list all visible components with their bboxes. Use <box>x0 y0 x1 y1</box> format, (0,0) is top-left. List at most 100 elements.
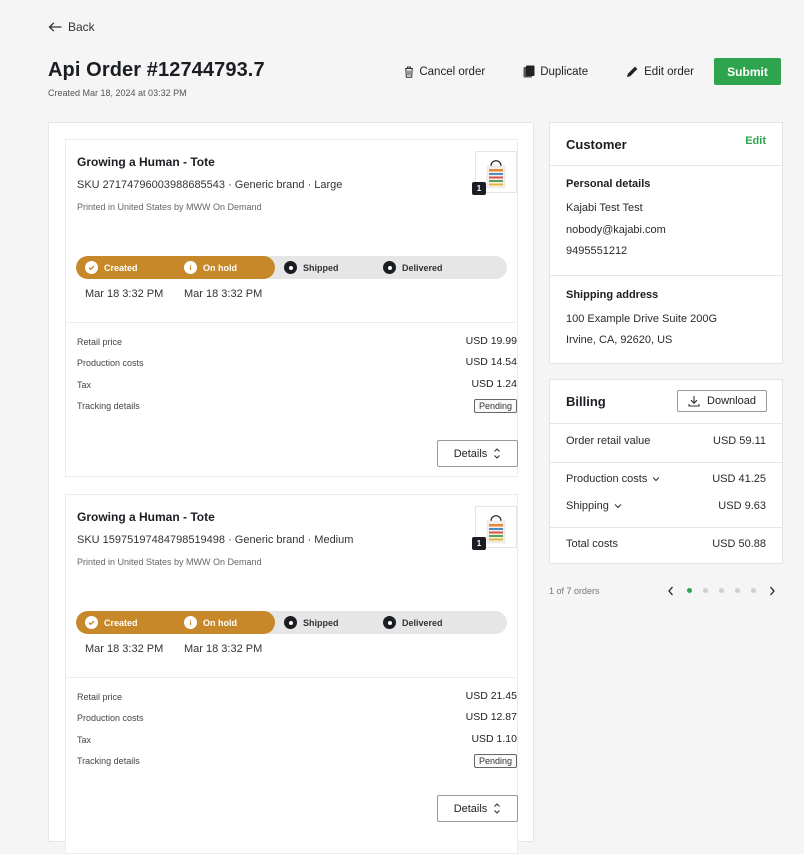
address-line-2: Irvine, CA, 92620, US <box>566 334 673 346</box>
retail-price-row: Retail price USD 21.45 <box>77 690 517 706</box>
details-button[interactable]: Details <box>437 795 518 822</box>
step-label: Created <box>104 262 138 273</box>
trash-icon <box>405 66 414 78</box>
total-costs-value: USD 50.88 <box>712 538 766 550</box>
order-retail-row: Order retail value USD 59.11 <box>566 435 766 447</box>
customer-card: Customer Edit Personal details Kajabi Te… <box>549 122 783 364</box>
step-label: Delivered <box>402 262 443 273</box>
duplicate-button[interactable]: Duplicate <box>523 65 588 78</box>
dot-icon <box>284 616 297 629</box>
back-link[interactable]: Back <box>48 20 95 34</box>
cancel-order-label: Cancel order <box>419 65 486 78</box>
divider <box>550 462 782 463</box>
status-badge: Pending <box>473 754 517 768</box>
row-label: Tax <box>77 380 92 390</box>
order-item: Growing a Human - Tote SKU 2717479600398… <box>65 139 518 477</box>
download-button[interactable]: Download <box>677 390 767 412</box>
submit-button[interactable]: Submit <box>714 58 781 85</box>
step-delivered: Delivered <box>383 256 443 279</box>
edit-order-button[interactable]: Edit order <box>626 65 694 78</box>
total-costs-row: Total costs USD 50.88 <box>566 538 766 550</box>
divider <box>550 165 782 166</box>
duplicate-icon <box>523 65 535 78</box>
customer-title: Customer <box>566 137 627 152</box>
production-costs-toggle[interactable]: Production costs <box>566 473 660 485</box>
shipping-toggle[interactable]: Shipping <box>566 500 622 512</box>
step-on-hold: On hold <box>184 611 237 634</box>
row-label: Retail price <box>77 337 123 347</box>
dot-icon <box>383 261 396 274</box>
row-label: Shipping <box>566 500 609 512</box>
production-costs-row[interactable]: Production costs USD 41.25 <box>566 473 766 485</box>
step-created: Created <box>85 256 138 279</box>
edit-order-label: Edit order <box>644 65 694 78</box>
order-item: Growing a Human - Tote SKU 1597519748479… <box>65 494 518 854</box>
row-label: Production costs <box>77 713 144 723</box>
item-sku: SKU 27174796003988685543 · Generic brand… <box>77 179 343 191</box>
tracking-row: Tracking details Pending <box>77 399 517 415</box>
step-created: Created <box>85 611 138 634</box>
row-label: Production costs <box>77 358 144 368</box>
row-label: Production costs <box>566 473 648 485</box>
info-icon <box>184 261 197 274</box>
download-icon <box>688 396 700 407</box>
page-dot[interactable] <box>703 588 708 593</box>
tax-row: Tax USD 1.24 <box>77 378 517 394</box>
production-costs-value: USD 41.25 <box>712 473 766 485</box>
row-label: Retail price <box>77 692 123 702</box>
step-label: Shipped <box>303 617 339 628</box>
page-title: Api Order #12744793.7 <box>48 59 265 81</box>
divider <box>66 677 517 678</box>
tracking-row: Tracking details Pending <box>77 754 517 770</box>
order-retail-value: USD 59.11 <box>713 435 766 447</box>
duplicate-label: Duplicate <box>540 65 589 78</box>
step-time: Mar 18 3:32 PM <box>85 643 164 655</box>
download-label: Download <box>707 395 756 407</box>
divider <box>550 527 782 528</box>
customer-name: Kajabi Test Test <box>566 202 643 214</box>
details-button[interactable]: Details <box>437 440 518 467</box>
step-on-hold: On hold <box>184 256 237 279</box>
cancel-order-button[interactable]: Cancel order <box>404 66 485 78</box>
page-dot[interactable] <box>687 588 692 593</box>
chevron-right-icon[interactable] <box>768 585 776 597</box>
page-dot[interactable] <box>719 588 724 593</box>
details-label: Details <box>453 447 488 460</box>
back-label: Back <box>68 20 95 34</box>
step-label: On hold <box>203 262 237 273</box>
retail-price-row: Retail price USD 19.99 <box>77 335 517 351</box>
row-label: Total costs <box>566 538 618 550</box>
divider <box>550 423 782 424</box>
order-items-panel: Growing a Human - Tote SKU 2717479600398… <box>48 122 534 854</box>
status-progress-bar: Created On hold Shipped Delivered <box>76 256 507 279</box>
billing-title: Billing <box>566 394 606 409</box>
production-cost-value: USD 14.54 <box>465 356 517 368</box>
dot-icon <box>284 261 297 274</box>
step-label: Delivered <box>402 617 443 628</box>
page-dot[interactable] <box>751 588 756 593</box>
customer-phone: 9495551212 <box>566 245 628 257</box>
shipping-row[interactable]: Shipping USD 9.63 <box>566 500 766 512</box>
step-time: Mar 18 3:32 PM <box>184 643 263 655</box>
row-label: Order retail value <box>566 435 651 447</box>
page-dot[interactable] <box>735 588 740 593</box>
chevron-up-down-icon <box>494 448 501 459</box>
step-label: On hold <box>203 617 237 628</box>
item-name: Growing a Human - Tote <box>77 510 215 524</box>
tax-value: USD 1.24 <box>471 378 517 390</box>
info-icon <box>184 616 197 629</box>
step-time: Mar 18 3:32 PM <box>85 288 164 300</box>
status-badge: Pending <box>473 399 517 413</box>
retail-price-value: USD 19.99 <box>465 335 517 347</box>
chevron-up-down-icon <box>494 803 501 814</box>
row-label: Tracking details <box>77 401 140 411</box>
pagination-info: 1 of 7 orders <box>549 586 600 596</box>
production-cost-row: Production costs USD 12.87 <box>77 711 517 727</box>
step-label: Shipped <box>303 262 339 273</box>
details-label: Details <box>453 802 488 815</box>
edit-customer-link[interactable]: Edit <box>745 135 766 147</box>
customer-email: nobody@kajabi.com <box>566 224 666 236</box>
pencil-icon <box>627 66 638 77</box>
check-icon <box>85 261 98 274</box>
chevron-left-icon[interactable] <box>667 585 675 597</box>
